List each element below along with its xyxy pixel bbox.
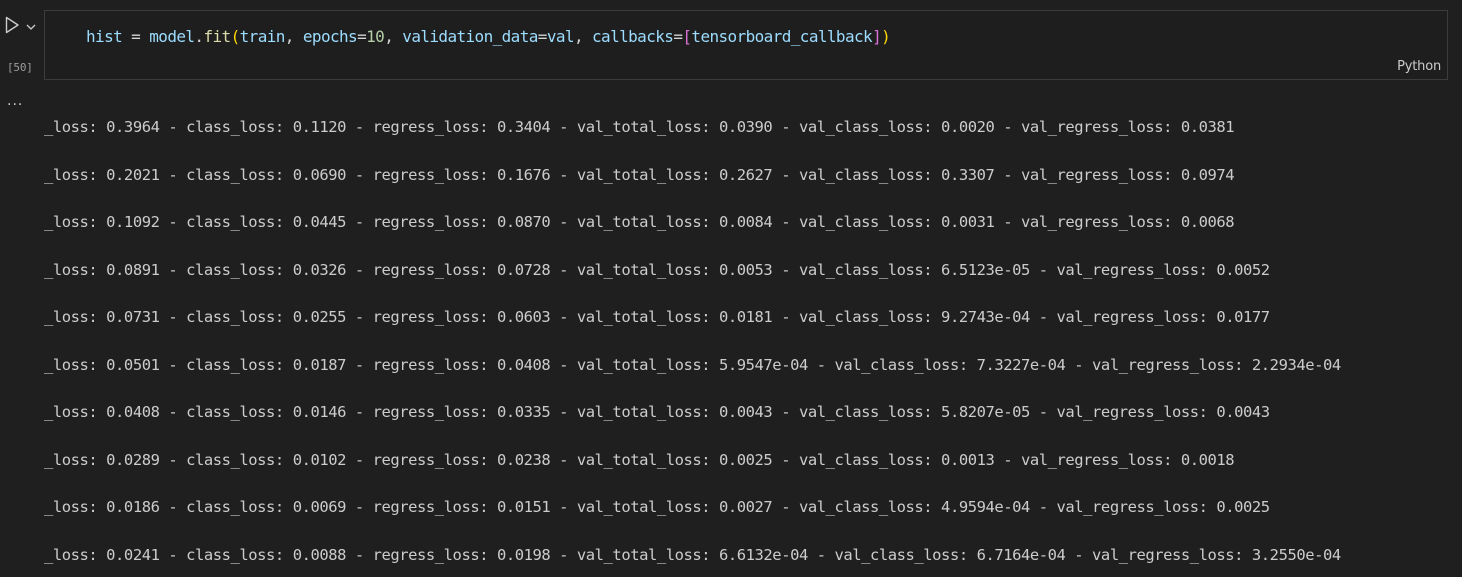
output-line: _loss: 0.1092 - class_loss: 0.0445 - reg… <box>44 213 1235 231</box>
code-token: = <box>537 27 548 46</box>
code-token: train <box>239 27 286 46</box>
code-token: ( <box>230 27 241 46</box>
output-line: _loss: 0.0891 - class_loss: 0.0326 - reg… <box>44 261 1270 279</box>
code-token: model <box>149 27 195 46</box>
run-cell-icon <box>5 16 19 34</box>
code-token: = <box>357 27 367 46</box>
code-editor[interactable]: hist = model.fit(train, epochs=10, valid… <box>44 10 1448 80</box>
output-line: _loss: 0.3964 - class_loss: 0.1120 - reg… <box>44 118 1235 136</box>
code-token: tensorboard_callback <box>691 27 873 46</box>
code-token: ) <box>881 27 891 46</box>
output-line: _loss: 0.2021 - class_loss: 0.0690 - reg… <box>44 166 1235 184</box>
code-token: 10 <box>366 27 385 46</box>
code-token: epochs <box>302 27 358 46</box>
code-token: , <box>384 27 403 46</box>
code-token: fit <box>203 27 231 46</box>
cell-output: _loss: 0.3964 - class_loss: 0.1120 - reg… <box>44 110 1462 577</box>
code-token: = <box>673 27 683 46</box>
code-token: , <box>573 27 593 46</box>
code-token: validation_data <box>402 27 538 46</box>
ellipsis-icon: ... <box>7 93 24 109</box>
chevron-down-icon <box>26 24 36 30</box>
code-token: hist <box>86 27 123 46</box>
output-line: _loss: 0.0289 - class_loss: 0.0102 - reg… <box>44 451 1235 469</box>
language-selector[interactable]: Python <box>1397 59 1441 74</box>
output-line: _loss: 0.0241 - class_loss: 0.0088 - reg… <box>44 546 1341 564</box>
output-line: _loss: 0.0186 - class_loss: 0.0069 - reg… <box>44 498 1270 516</box>
cell-run-gutter: [50] <box>0 10 44 82</box>
output-line: _loss: 0.0731 - class_loss: 0.0255 - reg… <box>44 308 1270 326</box>
run-cell-button[interactable] <box>4 16 20 34</box>
code-token: callbacks <box>592 27 674 46</box>
output-line: _loss: 0.0501 - class_loss: 0.0187 - reg… <box>44 356 1341 374</box>
output-line: _loss: 0.0408 - class_loss: 0.0146 - reg… <box>44 403 1270 421</box>
code-token: = <box>122 27 150 46</box>
run-options-button[interactable] <box>25 18 37 30</box>
code-token: , <box>284 27 303 46</box>
code-line: hist = model.fit(train, epochs=10, valid… <box>86 26 891 48</box>
code-token: ] <box>872 27 882 46</box>
code-token: val <box>546 27 575 46</box>
execution-count: [50] <box>7 61 33 74</box>
output-more-actions-button[interactable]: ... <box>7 93 23 109</box>
